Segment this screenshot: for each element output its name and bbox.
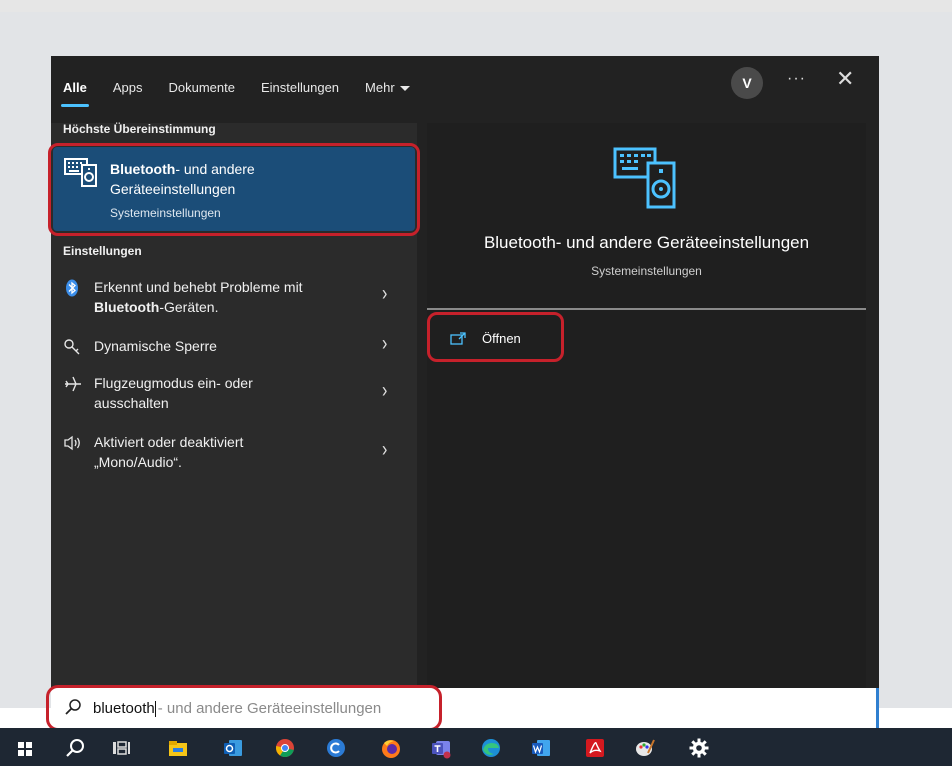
setting-item-line: „Mono/Audio“.	[94, 454, 182, 470]
key-icon	[64, 339, 80, 355]
highlight-search-box	[46, 685, 442, 731]
edge-icon[interactable]	[480, 737, 502, 759]
setting-item-label: Dynamische Sperre	[94, 338, 217, 354]
detail-title: Bluetooth- und andere Geräteeinstellunge…	[483, 233, 810, 252]
tab-alle[interactable]: Alle	[61, 80, 89, 107]
paint-icon[interactable]	[634, 737, 656, 759]
tab-einstellungen[interactable]: Einstellungen	[261, 80, 339, 95]
chevron-right-icon: ›	[382, 439, 388, 462]
firefox-icon[interactable]	[380, 737, 402, 759]
setting-item-dynamic-lock[interactable]: Dynamische Sperre ›	[63, 333, 403, 358]
best-match-heading: Höchste Übereinstimmung	[63, 122, 216, 136]
setting-item-line: ausschalten	[94, 395, 169, 411]
tab-apps[interactable]: Apps	[113, 80, 143, 95]
setting-item-bluetooth-troubleshoot[interactable]: Erkennt und behebt Probleme mit Bluetooth…	[63, 277, 403, 319]
speaker-icon	[64, 435, 80, 451]
close-button[interactable]: ✕	[836, 68, 854, 90]
tab-mehr[interactable]: Mehr	[365, 80, 410, 95]
detail-divider	[427, 308, 866, 310]
tab-dokumente[interactable]: Dokumente	[168, 80, 234, 95]
highlight-open-button	[427, 312, 564, 362]
outlook-icon[interactable]	[222, 737, 244, 759]
setting-item-line: Aktiviert oder deaktiviert	[94, 434, 244, 450]
setting-item-label: Aktiviert oder deaktiviert „Mono/Audio“.	[94, 432, 364, 472]
setting-item-airplane-mode[interactable]: Flugzeugmodus ein- oder ausschalten ›	[63, 373, 403, 415]
filter-tabs: Alle Apps Dokumente Einstellungen Mehr	[61, 72, 436, 107]
chevron-right-icon: ›	[382, 380, 388, 403]
setting-item-rest: -Geräten.	[159, 299, 219, 315]
setting-item-line: Flugzeugmodus ein- oder	[94, 375, 253, 391]
file-explorer-icon[interactable]	[167, 737, 189, 759]
setting-item-label: Erkennt und behebt Probleme mit Bluetooth…	[94, 277, 364, 317]
word-icon[interactable]	[530, 737, 552, 759]
settings-gear-icon[interactable]	[688, 737, 710, 759]
more-options-button[interactable]: ···	[787, 70, 806, 88]
setting-item-mono-audio[interactable]: Aktiviert oder deaktiviert „Mono/Audio“. …	[63, 432, 403, 474]
task-view-icon[interactable]	[110, 737, 132, 759]
teams-icon[interactable]	[430, 737, 452, 759]
settings-heading: Einstellungen	[63, 244, 142, 258]
search-icon[interactable]	[64, 737, 86, 759]
bluetooth-icon	[66, 279, 78, 297]
detail-subtitle: Systemeinstellungen	[591, 264, 702, 278]
chevron-right-icon: ›	[382, 333, 388, 356]
highlight-best-match	[48, 143, 420, 236]
airplane-icon	[65, 376, 81, 392]
caret-down-icon	[399, 85, 410, 91]
setting-item-line: Erkennt und behebt Probleme mit	[94, 279, 303, 295]
chrome-icon[interactable]	[274, 737, 296, 759]
avatar[interactable]: V	[731, 67, 763, 99]
bluetooth-devices-icon	[613, 147, 676, 209]
acrobat-icon[interactable]	[584, 737, 606, 759]
browser-icon[interactable]	[325, 737, 347, 759]
setting-item-label: Flugzeugmodus ein- oder ausschalten	[94, 373, 364, 413]
setting-item-bold: Bluetooth	[94, 299, 160, 315]
windows-start-icon[interactable]	[14, 738, 36, 760]
chevron-right-icon: ›	[382, 283, 388, 306]
taskbar	[0, 728, 952, 766]
search-box-accent	[876, 688, 879, 728]
tab-mehr-label: Mehr	[365, 79, 395, 95]
